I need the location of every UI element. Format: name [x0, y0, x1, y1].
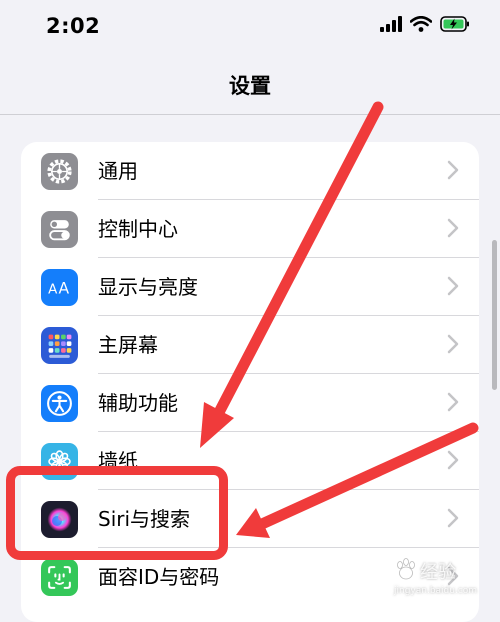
settings-row-label: 面容ID与密码	[98, 565, 220, 589]
watermark-url: jingyan.baidu.com	[394, 586, 478, 596]
home-grid-icon	[41, 327, 78, 364]
annotation-highlight-box	[6, 466, 228, 560]
face-id-icon	[41, 559, 78, 596]
battery-charging-icon	[440, 16, 469, 32]
gear-icon	[41, 153, 78, 190]
chevron-right-icon	[447, 160, 459, 180]
page-title: 设置	[229, 74, 271, 98]
status-icons	[380, 16, 470, 32]
settings-row-label: 主屏幕	[98, 333, 158, 357]
chevron-right-icon	[447, 508, 459, 528]
watermark-text: 经验	[420, 562, 456, 583]
signal-icon	[380, 16, 402, 32]
status-bar: 2:02	[0, 0, 500, 56]
settings-row-label: 通用	[98, 159, 138, 183]
text-size-icon: A A	[41, 269, 78, 306]
baidu-paw-icon	[397, 558, 415, 580]
chevron-right-icon	[447, 450, 459, 470]
settings-row-display[interactable]: A A 显示与亮度	[21, 258, 479, 316]
scrollbar[interactable]	[492, 240, 497, 390]
svg-text:A: A	[48, 283, 58, 298]
chevron-right-icon	[447, 218, 459, 238]
settings-row-label: 显示与亮度	[98, 275, 198, 299]
accessibility-icon	[41, 385, 78, 422]
svg-text:A: A	[58, 280, 69, 298]
toggles-icon	[41, 211, 78, 248]
settings-row-control-center[interactable]: 控制中心	[21, 200, 479, 258]
nav-divider	[0, 114, 500, 115]
settings-row-label: 辅助功能	[98, 391, 178, 415]
settings-row-accessibility[interactable]: 辅助功能	[21, 374, 479, 432]
settings-row-label: 控制中心	[98, 217, 178, 241]
settings-row-general[interactable]: 通用	[21, 142, 479, 200]
chevron-right-icon	[447, 334, 459, 354]
wifi-icon	[410, 16, 432, 32]
watermark: 经验 jingyan.baidu.com	[388, 548, 496, 600]
chevron-right-icon	[447, 392, 459, 412]
status-time: 2:02	[46, 14, 101, 38]
chevron-right-icon	[447, 276, 459, 296]
settings-row-home-screen[interactable]: 主屏幕	[21, 316, 479, 374]
